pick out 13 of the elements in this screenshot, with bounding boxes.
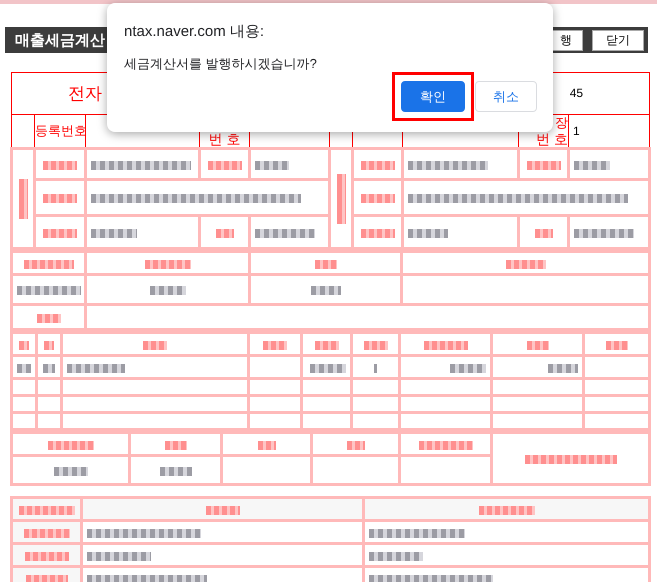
window-title: 매출세금계산 — [15, 30, 105, 50]
field-label: 등록번호 — [35, 123, 87, 138]
dialog-message: 세금계산서를 발행하시겠습니까? — [124, 55, 318, 73]
branch-number: 1 — [572, 124, 580, 138]
field-label: 번 호 — [536, 130, 568, 147]
close-button[interactable]: 닫기 — [592, 30, 644, 50]
invoice-title: 전자 — [68, 84, 102, 104]
cancel-button[interactable]: 취소 — [475, 81, 537, 112]
confirm-button[interactable]: 확인 — [401, 81, 465, 112]
field-label: 번 호 — [208, 130, 240, 147]
dialog-title: ntax.naver.com 내용: — [124, 22, 266, 41]
field-label: 장 — [555, 115, 568, 130]
book-number: 45 — [570, 86, 584, 100]
